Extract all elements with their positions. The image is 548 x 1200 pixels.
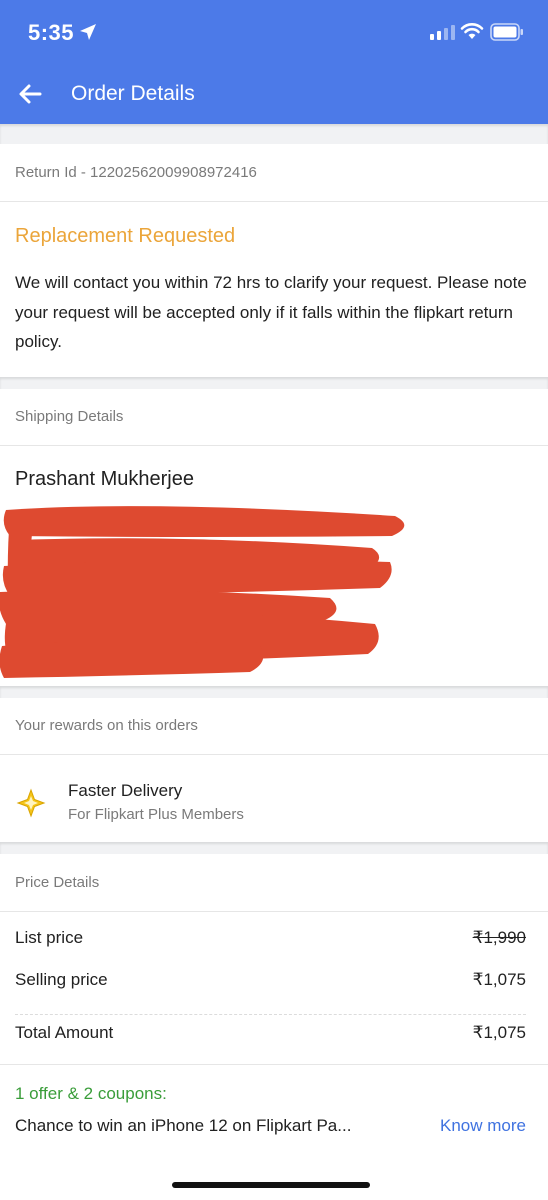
back-button[interactable]: [14, 78, 46, 110]
cellular-signal-icon: [430, 24, 456, 45]
section-divider: [0, 842, 548, 854]
reward-title: Faster Delivery: [68, 781, 183, 800]
location-arrow-icon: [78, 22, 98, 47]
divider: [0, 201, 548, 202]
request-status-message: We will contact you within 72 hrs to cla…: [15, 273, 527, 351]
offer-description: Chance to win an iPhone 12 on Flipkart P…: [15, 1116, 352, 1135]
selling-price-label: Selling price: [15, 970, 108, 989]
return-id: Return Id - 12202562009908972416: [15, 164, 257, 181]
list-price-value: ₹1,990: [472, 928, 526, 947]
request-status-title: Replacement Requested: [15, 225, 236, 247]
app-bar: Order Details: [0, 64, 548, 124]
section-divider: [0, 124, 548, 144]
status-time: 5:35: [28, 20, 75, 45]
reward-subtitle: For Flipkart Plus Members: [68, 806, 244, 823]
status-bar: 5:35: [0, 0, 548, 64]
divider: [0, 445, 548, 446]
total-amount-label: Total Amount: [15, 1023, 114, 1042]
know-more-link[interactable]: Know more: [440, 1116, 526, 1136]
address-redaction: [0, 496, 420, 686]
wifi-icon: [460, 22, 484, 45]
selling-price-value: ₹1,075: [472, 970, 526, 989]
section-divider: [0, 686, 548, 698]
offers-title: 1 offer & 2 coupons:: [15, 1084, 167, 1103]
customer-name: Prashant Mukherjee: [15, 468, 194, 490]
section-divider: [0, 377, 548, 389]
list-price-label: List price: [15, 928, 84, 947]
battery-icon: [490, 23, 524, 46]
shipping-details-header: Shipping Details: [15, 408, 124, 425]
dashed-divider: [15, 1014, 526, 1015]
divider: [0, 1064, 548, 1065]
divider: [0, 911, 548, 912]
divider: [0, 754, 548, 755]
flipkart-plus-icon: [16, 788, 46, 818]
page-title: Order Details: [71, 82, 195, 105]
price-details-header: Price Details: [15, 874, 100, 891]
home-indicator[interactable]: [172, 1182, 370, 1188]
rewards-header: Your rewards on this orders: [15, 717, 198, 734]
back-arrow-icon: [19, 84, 42, 104]
total-amount-value: ₹1,075: [472, 1023, 526, 1042]
